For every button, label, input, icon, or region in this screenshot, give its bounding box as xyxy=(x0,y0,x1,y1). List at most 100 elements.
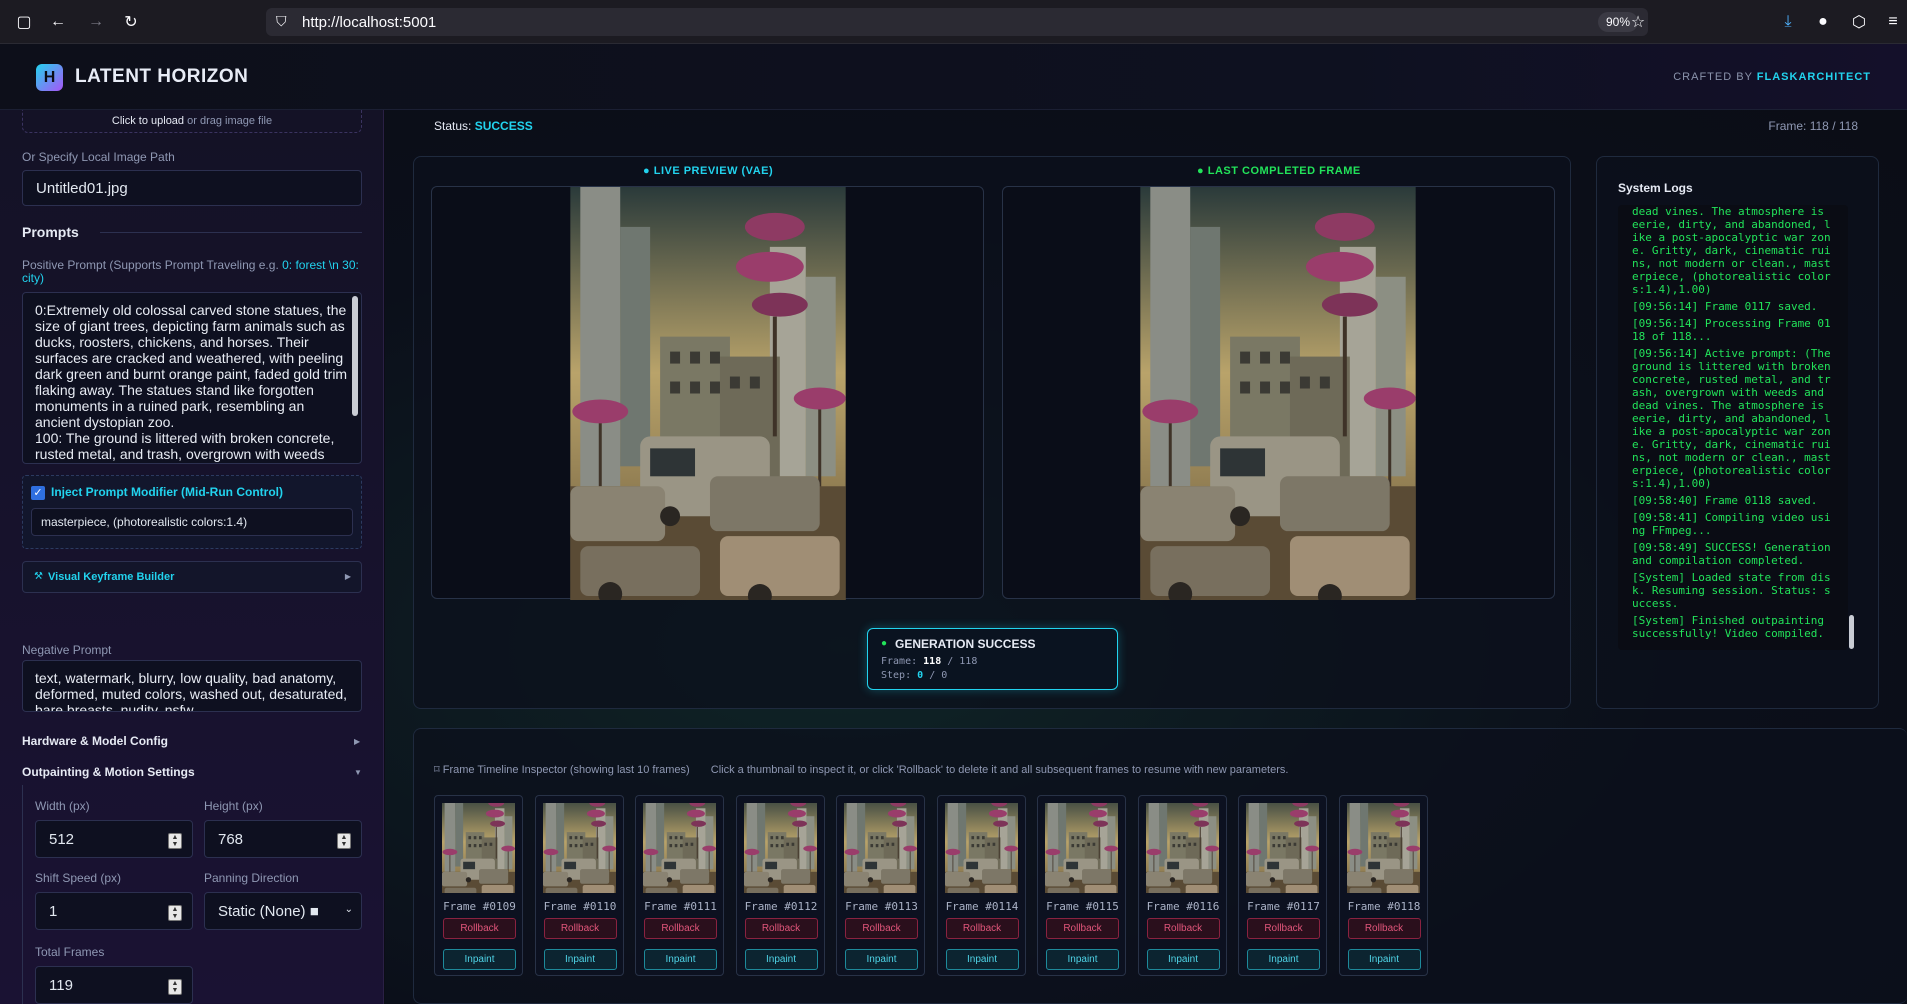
hardware-expand-icon[interactable]: ▶ xyxy=(354,737,360,746)
logs-scrollbar[interactable] xyxy=(1849,615,1854,649)
inject-checkbox[interactable]: ✓ xyxy=(31,486,45,500)
panning-direction-select[interactable]: Static (None) ■ ⌄ xyxy=(204,892,362,930)
inpaint-button[interactable]: Inpaint xyxy=(543,949,617,970)
height-stepper[interactable]: ▲ ▼ xyxy=(337,833,351,849)
upload-dropzone[interactable]: Click to upload or drag image file xyxy=(22,110,362,133)
total-frames-stepper[interactable]: ▲ ▼ xyxy=(168,979,182,995)
last-frame-image[interactable] xyxy=(1140,187,1416,600)
frame-total: / 118 xyxy=(947,656,978,667)
negative-prompt-textarea[interactable]: text, watermark, blurry, low quality, ba… xyxy=(22,660,362,712)
inpaint-button[interactable]: Inpaint xyxy=(744,949,818,970)
inpaint-button[interactable]: Inpaint xyxy=(845,949,918,970)
log-line: [09:56:14] Frame 0117 saved. xyxy=(1632,300,1818,313)
log-line: dead vines. The atmosphere is eerie, dir… xyxy=(1632,205,1831,296)
positive-scrollbar[interactable] xyxy=(352,296,358,416)
generation-frame-row: Frame: 118 / 118 xyxy=(881,656,977,667)
shift-speed-label: Shift Speed (px) xyxy=(35,871,122,885)
sidebar-toggle-icon[interactable]: ▢ xyxy=(14,12,34,32)
forward-icon[interactable]: → xyxy=(86,12,106,32)
live-preview-image[interactable] xyxy=(570,187,846,600)
inject-label[interactable]: Inject Prompt Modifier (Mid-Run Control) xyxy=(51,485,283,499)
rollback-button[interactable]: Rollback xyxy=(845,918,918,939)
inpaint-button[interactable]: Inpaint xyxy=(1247,949,1320,970)
frame-thumbnail[interactable] xyxy=(442,803,515,893)
height-input[interactable]: 768 ▲ ▼ xyxy=(204,820,362,858)
rollback-button[interactable]: Rollback xyxy=(1347,918,1421,939)
frame-label: Frame #0116 xyxy=(1146,900,1220,913)
frame-thumbnail[interactable] xyxy=(1346,803,1420,893)
frame-thumbnail[interactable] xyxy=(743,803,817,893)
app-header: H LATENT HORIZON CRAFTED BY FLASKARCHITE… xyxy=(0,44,1907,110)
inpaint-button[interactable]: Inpaint xyxy=(443,949,516,970)
app-title: LATENT HORIZON xyxy=(75,66,249,87)
frame-card: Frame #0109 Rollback Inpaint xyxy=(434,795,523,976)
rollback-button[interactable]: Rollback xyxy=(744,918,818,939)
width-stepper[interactable]: ▲ ▼ xyxy=(168,833,182,849)
frame-thumbnail[interactable] xyxy=(844,803,917,893)
frame-label: Frame #0117 xyxy=(1247,900,1320,913)
last-frame-label: LAST COMPLETED FRAME xyxy=(1207,165,1361,177)
local-path-label: Or Specify Local Image Path xyxy=(22,150,175,164)
outpainting-settings-toggle[interactable]: Outpainting & Motion Settings xyxy=(22,765,195,779)
log-line: [System] Loaded state from disk. Resumin… xyxy=(1632,571,1831,610)
upload-suffix: or drag image file xyxy=(187,115,273,127)
log-line: [System] Finished outpainting successful… xyxy=(1632,614,1825,640)
frame-thumbnail[interactable] xyxy=(1145,803,1219,893)
local-path-input[interactable]: Untitled01.jpg xyxy=(22,170,362,206)
positive-prompt-textarea[interactable]: 0:Extremely old colossal carved stone st… xyxy=(22,292,362,464)
system-logs-title: System Logs xyxy=(1618,181,1693,195)
positive-label-text: Positive Prompt (Supports Prompt Traveli… xyxy=(22,258,279,272)
keyframe-builder-toggle[interactable]: ⚒ Visual Keyframe Builder ▶ xyxy=(22,561,362,593)
frame-label: Frame #0110 xyxy=(543,900,617,913)
rollback-button[interactable]: Rollback xyxy=(1247,918,1320,939)
timeline-header: ⌑ Frame Timeline Inspector (showing last… xyxy=(434,763,1288,776)
log-line: [09:58:49] SUCCESS! Generation and compi… xyxy=(1632,541,1831,567)
status-prefix: Status: xyxy=(434,119,472,133)
frame-label: Frame #0114 xyxy=(945,900,1019,913)
rollback-button[interactable]: Rollback xyxy=(543,918,617,939)
crafted-by: CRAFTED BY FLASKARCHITECT xyxy=(1673,71,1871,83)
rollback-button[interactable]: Rollback xyxy=(644,918,717,939)
frame-thumbnail[interactable] xyxy=(643,803,716,893)
extensions-icon[interactable]: ⬡ xyxy=(1849,12,1869,32)
reload-icon[interactable]: ↻ xyxy=(121,12,141,32)
negative-prompt-label: Negative Prompt xyxy=(22,643,112,657)
frame-thumbnail[interactable] xyxy=(1246,803,1319,893)
crafted-author: FLASKARCHITECT xyxy=(1756,71,1871,83)
inpaint-button[interactable]: Inpaint xyxy=(945,949,1019,970)
frame-label: Frame #0109 xyxy=(443,900,516,913)
rollback-button[interactable]: Rollback xyxy=(945,918,1019,939)
download-icon[interactable]: ⤓ xyxy=(1778,12,1798,32)
total-frames-input[interactable]: 119 ▲ ▼ xyxy=(35,966,193,1004)
hardware-config-toggle[interactable]: Hardware & Model Config xyxy=(22,734,168,748)
completed-dot-icon: ● xyxy=(1197,165,1205,177)
system-logs-output[interactable]: dead vines. The atmosphere is eerie, dir… xyxy=(1618,205,1848,650)
inpaint-button[interactable]: Inpaint xyxy=(644,949,717,970)
inpaint-button[interactable]: Inpaint xyxy=(1347,949,1421,970)
shift-speed-stepper[interactable]: ▲ ▼ xyxy=(168,905,182,921)
inject-modifier-input[interactable]: masterpiece, (photorealistic colors:1.4) xyxy=(31,508,353,536)
frame-card: Frame #0114 Rollback Inpaint xyxy=(936,795,1026,976)
generation-title: GENERATION SUCCESS xyxy=(895,637,1036,651)
profile-icon[interactable]: ● xyxy=(1813,12,1833,32)
shift-speed-input[interactable]: 1 ▲ ▼ xyxy=(35,892,193,930)
rollback-button[interactable]: Rollback xyxy=(443,918,516,939)
rollback-button[interactable]: Rollback xyxy=(1146,918,1220,939)
upload-text: Click to upload xyxy=(111,115,185,127)
frame-card: Frame #0117 Rollback Inpaint xyxy=(1238,795,1327,976)
bookmark-star-icon[interactable]: ☆ xyxy=(1628,12,1648,32)
url-bar[interactable]: ⛉ http://localhost:5001 90% xyxy=(266,8,1648,36)
browser-toolbar: ▢ ← → ↻ ⛉ http://localhost:5001 90% ☆ ⤓ … xyxy=(0,0,1907,44)
frame-thumbnail[interactable] xyxy=(1045,803,1118,893)
log-line: [09:58:41] Compiling video using FFmpeg.… xyxy=(1632,511,1831,537)
rollback-button[interactable]: Rollback xyxy=(1046,918,1119,939)
inpaint-button[interactable]: Inpaint xyxy=(1146,949,1220,970)
frame-thumbnail[interactable] xyxy=(542,803,616,893)
width-input[interactable]: 512 ▲ ▼ xyxy=(35,820,193,858)
back-icon[interactable]: ← xyxy=(48,12,68,32)
inpaint-button[interactable]: Inpaint xyxy=(1046,949,1119,970)
frame-current: 118 xyxy=(923,656,942,667)
frame-thumbnail[interactable] xyxy=(944,803,1018,893)
outpainting-collapse-icon[interactable]: ▼ xyxy=(354,768,362,777)
menu-icon[interactable]: ≡ xyxy=(1883,12,1903,32)
